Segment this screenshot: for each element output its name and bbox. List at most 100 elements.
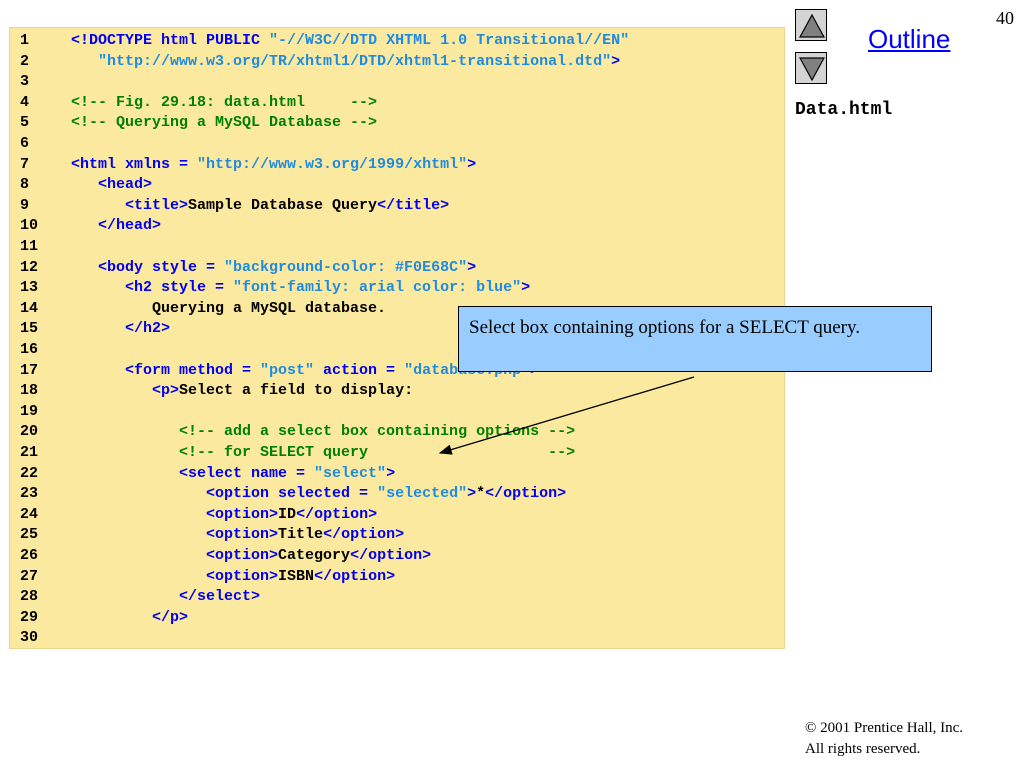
- code-token: "background-color: #F0E68C": [224, 258, 468, 276]
- callout-box: Select box containing options for a SELE…: [458, 306, 932, 372]
- callout-text: Select box containing options for a SELE…: [469, 317, 861, 338]
- line-code: <option>Title</option>: [71, 525, 404, 545]
- line-code: "http://www.w3.org/TR/xhtml1/DTD/xhtml1-…: [71, 52, 620, 72]
- code-token: "font-family: arial color: blue": [233, 279, 522, 297]
- copyright-line-1: © 2001 Prentice Hall, Inc.: [805, 720, 964, 736]
- code-token: <option>: [71, 547, 279, 564]
- line-number: 14: [20, 299, 39, 317]
- code-token: <!-- Fig. 29.18: data.html -->: [71, 93, 378, 111]
- line-number: 5: [20, 114, 30, 132]
- line-number: 11: [20, 238, 39, 255]
- copyright-line-2: All rights reserved.: [805, 741, 921, 757]
- code-token: </option>: [485, 485, 567, 503]
- line-number: 21: [20, 444, 39, 461]
- line-number: 20: [20, 423, 39, 441]
- code-token: Querying a MySQL database.: [71, 299, 387, 317]
- code-token: </h2>: [71, 320, 171, 338]
- line-number: 16: [20, 341, 39, 358]
- line-number: 3: [20, 73, 30, 91]
- code-token: ID: [278, 505, 297, 523]
- code-token: ISBN: [278, 567, 315, 585]
- code-token: </title>: [377, 196, 450, 214]
- line-number: 6: [20, 135, 30, 152]
- code-token: Category: [278, 547, 351, 564]
- code-token: <html xmlns =: [71, 155, 198, 173]
- code-token: <option>: [71, 567, 279, 585]
- line-number: 30: [20, 629, 39, 647]
- triangle-up-icon: [798, 13, 826, 38]
- code-token: "-//W3C//DTD XHTML 1.0 Transitional//EN": [269, 32, 630, 49]
- line-number: 13: [20, 279, 39, 297]
- page-number: 40: [996, 8, 1014, 28]
- code-token: </option>: [314, 567, 396, 585]
- next-slide-button[interactable]: [795, 52, 827, 84]
- triangle-down-icon: [798, 57, 826, 82]
- code-token: </option>: [350, 547, 432, 564]
- code-token: <!DOCTYPE html PUBLIC: [71, 32, 270, 49]
- line-number: 9: [20, 196, 30, 214]
- line-code: <option selected = "selected">*</option>: [71, 484, 566, 504]
- line-code: </p>: [71, 608, 188, 628]
- line-number: 29: [20, 608, 39, 626]
- file-name-label: Data.html: [795, 100, 893, 120]
- code-token: Select a field to display:: [179, 382, 414, 400]
- code-token: >: [467, 258, 477, 276]
- code-token: <!-- Querying a MySQL Database -->: [71, 114, 378, 132]
- line-code: <h2 style = "font-family: arial color: b…: [71, 278, 530, 298]
- code-token: <option>: [71, 526, 279, 544]
- code-token: </p>: [71, 608, 189, 626]
- line-code: <option>ISBN</option>: [71, 567, 395, 587]
- code-token: "select": [314, 464, 387, 482]
- code-token: >: [521, 279, 531, 297]
- line-code: <!-- for SELECT query -->: [71, 443, 575, 463]
- line-number: 4: [20, 93, 30, 111]
- code-token: >: [386, 464, 396, 482]
- code-token: <!-- add a select box containing options…: [71, 423, 576, 441]
- outline-link[interactable]: Outline: [868, 24, 950, 55]
- code-token: <!-- for SELECT query -->: [71, 444, 576, 461]
- code-token: Title: [278, 526, 324, 544]
- code-token: "selected": [377, 485, 468, 503]
- code-token: Sample Database Query: [188, 196, 378, 214]
- line-number: 7: [20, 155, 30, 173]
- line-number: 25: [20, 526, 39, 544]
- line-code: <!DOCTYPE html PUBLIC "-//W3C//DTD XHTML…: [71, 31, 629, 51]
- code-token: <body style =: [71, 258, 225, 276]
- line-code: <option>ID</option>: [71, 505, 377, 525]
- line-number: 19: [20, 402, 39, 420]
- line-code: <head>: [71, 175, 152, 195]
- copyright-notice: © 2001 Prentice Hall, Inc. All rights re…: [805, 718, 963, 760]
- code-token: </option>: [323, 526, 405, 544]
- line-code: <p>Select a field to display:: [71, 381, 413, 401]
- line-code: Querying a MySQL database.: [71, 299, 386, 319]
- code-token: <head>: [71, 176, 153, 194]
- code-token: <title>: [71, 196, 189, 214]
- line-code: <body style = "background-color: #F0E68C…: [71, 258, 476, 278]
- line-number: 26: [20, 547, 39, 564]
- code-token: >: [467, 155, 477, 173]
- line-code: <!-- Querying a MySQL Database -->: [71, 113, 377, 133]
- code-token: action =: [314, 361, 405, 379]
- code-token: <form method =: [71, 361, 261, 379]
- code-token: <p>: [71, 382, 180, 400]
- code-token: </select>: [71, 588, 261, 606]
- code-token: </head>: [71, 217, 162, 235]
- code-token: "post": [260, 361, 315, 379]
- line-code: <option>Category</option>: [71, 546, 431, 566]
- code-token: <option>: [71, 505, 279, 523]
- code-token: "http://www.w3.org/TR/xhtml1/DTD/xhtml1-…: [71, 52, 612, 70]
- code-token: <h2 style =: [71, 279, 234, 297]
- line-number: 18: [20, 382, 39, 400]
- line-number: 24: [20, 505, 39, 523]
- code-token: *: [476, 485, 486, 503]
- previous-slide-button[interactable]: [795, 9, 827, 41]
- line-number: 17: [20, 361, 39, 379]
- line-number: 28: [20, 588, 39, 606]
- line-code: </h2>: [71, 319, 170, 339]
- line-number: 23: [20, 485, 39, 503]
- code-token: >: [467, 485, 477, 503]
- code-token: <select name =: [71, 464, 315, 482]
- line-code: <select name = "select">: [71, 464, 395, 484]
- line-code: <title>Sample Database Query</title>: [71, 196, 449, 216]
- code-token: >: [611, 52, 621, 70]
